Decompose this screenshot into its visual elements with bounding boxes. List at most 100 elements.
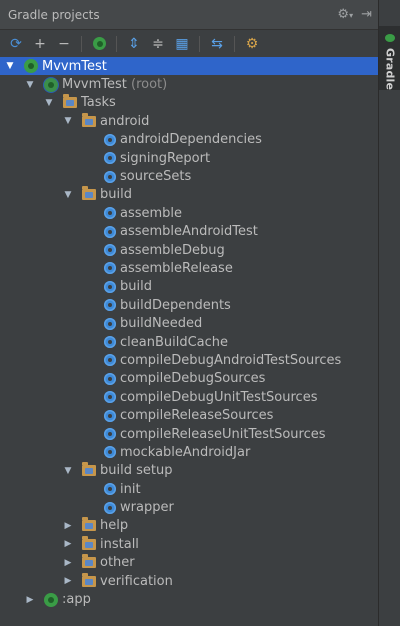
- tree-node-label: MvvmTest: [42, 58, 107, 74]
- root-module-name: MvvmTest: [62, 77, 127, 93]
- remove-icon[interactable]: −: [55, 35, 73, 53]
- gradle-side-tab[interactable]: Gradle: [379, 26, 400, 90]
- toolbar-separator: [199, 35, 200, 52]
- chevron-down-icon[interactable]: ▼: [25, 80, 35, 90]
- tree-node-task[interactable]: assembleDebug: [0, 241, 378, 259]
- gradle-elephant-icon: [24, 59, 38, 74]
- tree-node-task[interactable]: wrapper: [0, 498, 378, 516]
- task-gear-icon: [103, 353, 117, 367]
- collapse-all-icon[interactable]: ≑: [149, 35, 167, 53]
- root-suffix: (root): [131, 77, 168, 93]
- refresh-icon[interactable]: ⟳: [7, 35, 25, 53]
- task-gear-icon: [103, 335, 117, 349]
- folder-icon: [63, 94, 77, 110]
- task-gear-icon: [103, 206, 117, 220]
- tree-node-task[interactable]: sourceSets: [0, 167, 378, 185]
- add-icon[interactable]: +: [31, 35, 49, 53]
- tree-node-project[interactable]: ▼ MvvmTest: [0, 57, 378, 76]
- right-tool-strip: Gradle: [378, 0, 400, 626]
- chevron-right-icon[interactable]: ▶: [63, 558, 73, 568]
- chevron-right-icon[interactable]: ▶: [63, 539, 73, 549]
- tree-node-task[interactable]: compileDebugAndroidTestSources: [0, 351, 378, 369]
- gear-icon[interactable]: ⚙▾: [337, 7, 353, 22]
- task-label: compileDebugUnitTestSources: [120, 389, 318, 405]
- tree-node-group-verification[interactable]: ▶ verification: [0, 572, 378, 590]
- tree-node-task[interactable]: assembleRelease: [0, 259, 378, 277]
- hide-panel-icon[interactable]: ⇥: [361, 7, 372, 22]
- folder-icon: [82, 186, 96, 202]
- expand-all-icon[interactable]: ⇕: [125, 35, 143, 53]
- tree-node-app-module[interactable]: ▶ :app: [0, 590, 378, 608]
- folder-icon: [82, 535, 96, 551]
- tree-node-group-other[interactable]: ▶ other: [0, 554, 378, 572]
- task-gear-icon: [103, 225, 117, 239]
- task-gear-icon: [103, 133, 117, 147]
- offline-mode-icon[interactable]: ⇆: [208, 35, 226, 53]
- tree-node-task[interactable]: compileReleaseSources: [0, 406, 378, 424]
- task-gear-icon: [103, 243, 117, 257]
- tree-node-task[interactable]: compileDebugSources: [0, 370, 378, 388]
- gradle-panel: Gradle projects ⚙▾ ⇥ ⟳ + − ⇕ ≑ ▦ ⇆ ⚙ ▼ M…: [0, 0, 378, 626]
- chevron-right-icon[interactable]: ▶: [63, 576, 73, 586]
- task-gear-icon: [103, 317, 117, 331]
- chevron-down-icon: ▾: [349, 11, 354, 20]
- task-label: cleanBuildCache: [120, 334, 229, 350]
- tree-node-task[interactable]: init: [0, 480, 378, 498]
- task-label: assembleDebug: [120, 242, 225, 258]
- settings-icon[interactable]: ⚙: [243, 35, 261, 53]
- task-gear-icon: [103, 501, 117, 515]
- tree-node-tasks[interactable]: ▼ Tasks: [0, 94, 378, 112]
- tree-node-label: build: [100, 187, 132, 203]
- tree-node-task[interactable]: assemble: [0, 204, 378, 222]
- tree-node-label: install: [100, 536, 139, 552]
- task-label: mockableAndroidJar: [120, 444, 251, 460]
- execute-task-icon[interactable]: [90, 35, 108, 53]
- chevron-down-icon[interactable]: ▼: [63, 116, 73, 126]
- gradle-toolbar: ⟳ + − ⇕ ≑ ▦ ⇆ ⚙: [0, 30, 378, 58]
- tree-node-label: other: [100, 555, 135, 571]
- folder-icon: [82, 554, 96, 570]
- tree-node-task[interactable]: mockableAndroidJar: [0, 443, 378, 461]
- panel-title: Gradle projects: [8, 7, 100, 22]
- tree-node-task[interactable]: build: [0, 278, 378, 296]
- gradle-tool-window: Gradle projects ⚙▾ ⇥ ⟳ + − ⇕ ≑ ▦ ⇆ ⚙ ▼ M…: [0, 0, 400, 626]
- chevron-down-icon[interactable]: ▼: [63, 466, 73, 476]
- side-tab-label: Gradle: [383, 47, 397, 90]
- tree-node-task[interactable]: androidDependencies: [0, 131, 378, 149]
- tree-node-root-module[interactable]: ▼ MvvmTest (root): [0, 75, 378, 93]
- folder-icon: [82, 112, 96, 128]
- tree-node-group-install[interactable]: ▶ install: [0, 535, 378, 553]
- tree-node-task[interactable]: compileReleaseUnitTestSources: [0, 425, 378, 443]
- gradle-elephant-icon: [44, 77, 58, 92]
- task-label: build: [120, 279, 152, 295]
- tree-node-label: android: [100, 113, 150, 129]
- tree-node-task[interactable]: buildNeeded: [0, 314, 378, 332]
- group-tasks-icon[interactable]: ▦: [173, 35, 191, 53]
- tree-node-task[interactable]: signingReport: [0, 149, 378, 167]
- chevron-down-icon[interactable]: ▼: [44, 98, 54, 108]
- folder-icon: [82, 572, 96, 588]
- task-gear-icon: [103, 280, 117, 294]
- tree-node-label: help: [100, 518, 129, 534]
- tree-node-group-build[interactable]: ▼ build: [0, 186, 378, 204]
- tree-node-task[interactable]: assembleAndroidTest: [0, 223, 378, 241]
- tree-node-group-android[interactable]: ▼ android: [0, 112, 378, 130]
- tree-node-group-help[interactable]: ▶ help: [0, 517, 378, 535]
- tree-node-task[interactable]: compileDebugUnitTestSources: [0, 388, 378, 406]
- tree-node-task[interactable]: cleanBuildCache: [0, 333, 378, 351]
- chevron-down-icon[interactable]: ▼: [5, 61, 15, 71]
- task-gear-icon: [103, 151, 117, 165]
- task-gear-icon: [103, 482, 117, 496]
- chevron-right-icon[interactable]: ▶: [63, 521, 73, 531]
- chevron-down-icon[interactable]: ▼: [63, 190, 73, 200]
- panel-header: Gradle projects ⚙▾ ⇥: [0, 0, 378, 30]
- chevron-right-icon[interactable]: ▶: [25, 595, 35, 605]
- task-gear-icon: [103, 445, 117, 459]
- task-label: compileDebugSources: [120, 371, 266, 387]
- task-label: init: [120, 481, 141, 497]
- task-gear-icon: [103, 427, 117, 441]
- task-label: wrapper: [120, 500, 174, 516]
- gradle-elephant-icon: [44, 592, 58, 607]
- tree-node-task[interactable]: buildDependents: [0, 296, 378, 314]
- tree-node-group-build-setup[interactable]: ▼ build setup: [0, 462, 378, 480]
